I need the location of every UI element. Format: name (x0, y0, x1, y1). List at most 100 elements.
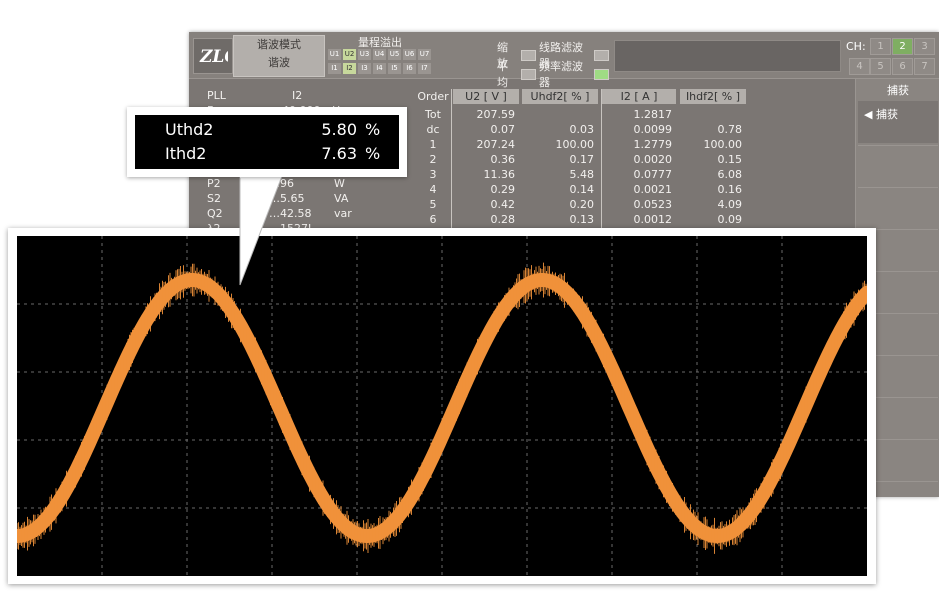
range-overflow-indicator: 量程溢出 U1 U2 U3 U4 U5 U6 U7 I1 I2 I3 I4 I5 I6 I7 (326, 34, 434, 76)
table-cell: 0.42 (490, 198, 516, 211)
param-value: …96 (269, 177, 294, 190)
param-unit: W (334, 177, 345, 190)
range-chip-i2: I2 (343, 63, 356, 74)
capture-button[interactable]: ◀ 捕获 (858, 101, 938, 143)
col-header-uhdf2: Uhdf2[ % ] (522, 89, 598, 104)
param-label: P2 (207, 177, 221, 190)
table-cell: 0.20 (569, 198, 595, 211)
table-cell: 4.09 (717, 198, 743, 211)
table-cell: 0.29 (490, 183, 516, 196)
table-cell: 1.2817 (633, 108, 673, 121)
range-chip-u7: U7 (418, 49, 431, 60)
channel-button-7[interactable]: 7 (914, 58, 935, 75)
range-chip-u3: U3 (358, 49, 371, 60)
thd-readout: Uthd2 5.80 % Ithd2 7.63 % (135, 115, 399, 169)
table-cell: 0.14 (569, 183, 595, 196)
message-area (614, 40, 841, 72)
range-overflow-title: 量程溢出 (358, 36, 402, 49)
table-cell: 0.0012 (633, 213, 673, 226)
freq-filter-indicator[interactable] (593, 68, 610, 80)
harmonic-mode-button[interactable]: 谐波模式 谐波 (233, 35, 325, 77)
range-chip-i4: I4 (373, 63, 386, 74)
table-cell: 0.15 (717, 153, 743, 166)
table-cell: 0.0523 (633, 198, 673, 211)
table-cell: 0.0021 (633, 183, 673, 196)
table-cell: 0.36 (490, 153, 516, 166)
side-divider (858, 145, 938, 146)
table-cell: 0.0020 (633, 153, 673, 166)
table-cell: 0.09 (717, 213, 743, 226)
pll-label: PLL (207, 89, 226, 102)
range-chip-u4: U4 (373, 49, 386, 60)
channel-label: CH: (846, 40, 866, 53)
table-cell: 100.00 (555, 138, 595, 151)
channel-button-1[interactable]: 1 (870, 38, 891, 55)
side-divider (858, 187, 938, 188)
table-cell: 1 (429, 138, 437, 151)
table-cell (680, 107, 742, 122)
col-header-i2: I2 [ A ] (602, 89, 676, 104)
channel-button-2[interactable]: 2 (892, 38, 913, 55)
mode-title: 谐波模式 (257, 38, 301, 51)
table-cell: 0.03 (569, 123, 595, 136)
range-chip-i6: I6 (403, 63, 416, 74)
average-label: 平均 (497, 60, 508, 89)
table-cell: 4 (429, 183, 437, 196)
ithd-unit: % (365, 144, 381, 163)
range-chip-i7: I7 (418, 63, 431, 74)
uthd-value: 5.80 (321, 120, 357, 139)
channel-button-3[interactable]: 3 (914, 38, 935, 55)
table-cell: 3 (429, 168, 437, 181)
param-label: S2 (207, 192, 221, 205)
uthd-label: Uthd2 (165, 120, 214, 139)
range-chip-i3: I3 (358, 63, 371, 74)
table-cell: 5.48 (569, 168, 595, 181)
table-cell: 1.2779 (633, 138, 673, 151)
zlg-logo: ZLG (193, 38, 233, 74)
table-cell: 0.0777 (633, 168, 673, 181)
svg-text:ZLG: ZLG (199, 47, 228, 67)
col-header-u2: U2 [ V ] (453, 89, 519, 104)
table-cell: 0.78 (717, 123, 743, 136)
table-cell: 6 (429, 213, 437, 226)
thd-callout: Uthd2 5.80 % Ithd2 7.63 % (127, 107, 407, 177)
table-cell: 6.08 (717, 168, 743, 181)
average-indicator[interactable] (520, 68, 536, 80)
table-cell: 0.16 (717, 183, 743, 196)
param-unit: VA (334, 192, 349, 205)
range-chip-i5: I5 (388, 63, 401, 74)
table-cell: 0.13 (569, 213, 595, 226)
range-chip-u5: U5 (388, 49, 401, 60)
range-chip-i1: I1 (328, 63, 341, 74)
param-label: Q2 (207, 207, 223, 220)
table-cell: 0.17 (569, 153, 595, 166)
uthd-unit: % (365, 120, 381, 139)
table-cell: 100.00 (703, 138, 743, 151)
channel-button-4[interactable]: 4 (849, 58, 870, 75)
waveform-display (17, 236, 867, 576)
uthd-row: Uthd2 5.80 % (165, 118, 395, 142)
waveform-panel (8, 228, 876, 584)
table-cell: 0.0099 (633, 123, 673, 136)
col-header-ihdf2: Ihdf2[ % ] (680, 89, 746, 104)
range-chip-u6: U6 (403, 49, 416, 60)
col-header-order: Order (417, 90, 449, 103)
side-menu-title: 捕获 (887, 84, 909, 97)
table-cell: 2 (429, 153, 437, 166)
ithd-label: Ithd2 (165, 144, 207, 163)
range-chip-u1: U1 (328, 49, 341, 60)
table-cell: 5 (429, 198, 437, 211)
top-toolbar: ZLG 谐波模式 谐波 量程溢出 U1U2U3U4U5U6U7 I1I2I3I4… (189, 32, 939, 89)
param-row: S2 …5.65 VA (207, 192, 348, 205)
table-cell: 0.28 (490, 213, 516, 226)
table-cell: dc (426, 123, 440, 136)
channel-button-5[interactable]: 5 (870, 58, 891, 75)
channel-button-6[interactable]: 6 (892, 58, 913, 75)
table-cell: Tot (425, 108, 441, 121)
param-row: P2 …96 W (207, 177, 345, 190)
param-value: …42.58 (269, 207, 312, 220)
filter-controls: 缩放 线路滤波器 平均 频率滤波器 (439, 34, 610, 89)
u-range-row: U1 U2 U3 U4 U5 U6 U7 (328, 49, 431, 60)
table-cell: 207.59 (476, 108, 516, 121)
capture-button-label: ◀ 捕获 (864, 108, 898, 121)
